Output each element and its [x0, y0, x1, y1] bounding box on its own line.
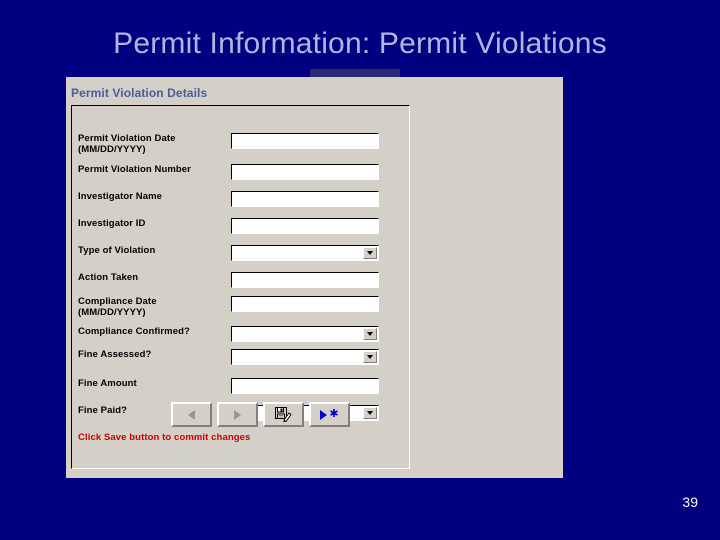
record-navigation-toolbar: ✱ [171, 402, 401, 428]
form-row: Fine Amount [66, 378, 405, 400]
field-textbox[interactable] [231, 133, 379, 149]
previous-record-button [171, 402, 212, 427]
asterisk-icon: ✱ [329, 408, 339, 420]
form-row: Investigator ID [66, 218, 405, 240]
form-row: Compliance Date (MM/DD/YYYY) [66, 296, 405, 318]
field-label: Type of Violation [78, 245, 156, 256]
form-row: Action Taken [66, 272, 405, 294]
triangle-left-icon [188, 409, 195, 420]
field-textbox[interactable] [231, 378, 379, 394]
groupbox-title: Permit Violation Details [71, 86, 208, 100]
slide-page-number: 39 [682, 494, 698, 510]
field-label: Compliance Confirmed? [78, 326, 190, 337]
permit-violation-window: Permit Violation Details Permit Violatio… [66, 77, 563, 478]
form-row: Permit Violation Number [66, 164, 405, 186]
chevron-down-glyph [367, 251, 373, 255]
chevron-down-icon[interactable] [363, 351, 377, 363]
next-record-button [217, 402, 258, 427]
page-title: Permit Information: Permit Violations [113, 27, 607, 60]
field-textbox[interactable] [231, 272, 379, 288]
field-label: Permit Violation Number [78, 164, 191, 175]
chevron-down-glyph [367, 332, 373, 336]
status-message: Click Save button to commit changes [78, 432, 251, 443]
triangle-right-icon [234, 409, 241, 420]
field-label: Investigator ID [78, 218, 146, 229]
new-record-button[interactable]: ✱ [309, 402, 350, 427]
triangle-right-blue-icon [320, 409, 328, 420]
field-label: Action Taken [78, 272, 139, 283]
field-label: Fine Amount [78, 378, 137, 389]
save-floppy-icon [275, 406, 292, 423]
field-combobox[interactable] [231, 326, 379, 342]
chevron-down-glyph [367, 355, 373, 359]
form-row: Permit Violation Date (MM/DD/YYYY) [66, 133, 405, 155]
field-textbox[interactable] [231, 164, 379, 180]
field-label: Investigator Name [78, 191, 163, 202]
form-row: Type of Violation [66, 245, 405, 267]
field-textbox[interactable] [231, 296, 379, 312]
field-combobox[interactable] [231, 349, 379, 365]
field-label: Fine Assessed? [78, 349, 152, 360]
field-label: Fine Paid? [78, 405, 128, 416]
form-row: Fine Assessed? [66, 349, 405, 371]
form-row: Investigator Name [66, 191, 405, 213]
field-label: Permit Violation Date (MM/DD/YYYY) [78, 133, 176, 155]
field-label: Compliance Date (MM/DD/YYYY) [78, 296, 157, 318]
chevron-down-icon[interactable] [363, 247, 377, 259]
field-combobox[interactable] [231, 245, 379, 261]
new-record-icon: ✱ [320, 408, 339, 420]
save-record-button[interactable] [263, 402, 304, 427]
window-tab-notch [310, 69, 400, 77]
field-textbox[interactable] [231, 218, 379, 234]
chevron-down-icon[interactable] [363, 328, 377, 340]
field-textbox[interactable] [231, 191, 379, 207]
form-row: Compliance Confirmed? [66, 326, 405, 348]
